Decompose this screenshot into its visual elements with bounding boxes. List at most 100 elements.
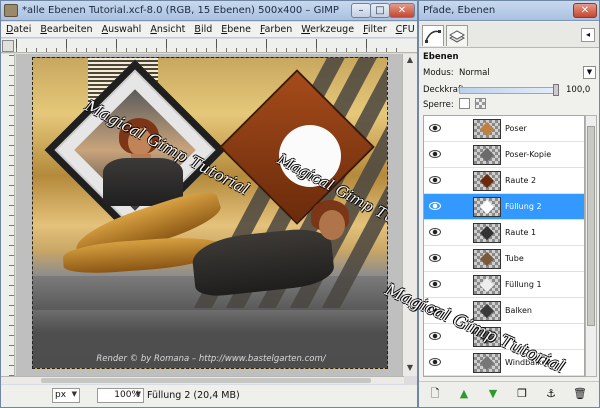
chain-link-toggle[interactable]	[448, 251, 458, 265]
quick-mask-corner-button[interactable]	[2, 40, 14, 52]
layer-row[interactable]: Füllung 2	[424, 194, 584, 220]
layer-row[interactable]: Tube	[424, 246, 584, 272]
new-layer-icon[interactable]: 🗋	[427, 386, 443, 402]
menu-label-rest: bene	[227, 24, 252, 35]
layer-row[interactable]: Poser	[424, 116, 584, 142]
visibility-eye-icon[interactable]	[429, 176, 441, 184]
layer-thumbnail	[473, 119, 501, 139]
tab-paths[interactable]	[422, 25, 444, 46]
menu-item-ebene[interactable]: Ebene	[216, 22, 255, 35]
layer-thumbnail-content	[479, 121, 495, 137]
chain-link-toggle[interactable]	[448, 147, 458, 161]
mode-label: Modus:	[423, 68, 454, 78]
raise-layer-icon[interactable]: ▲	[456, 386, 472, 402]
layer-row[interactable]: Raute 2	[424, 168, 584, 194]
menu-item-werkzeuge[interactable]: Werkzeuge	[296, 22, 358, 35]
horizontal-scroll-thumb[interactable]	[41, 378, 371, 383]
dock-titlebar[interactable]: Pfade, Ebenen ✕	[419, 1, 599, 21]
layer-list-scroll-thumb[interactable]	[587, 126, 595, 326]
menu-bar: Datei Bearbeiten Auswahl Ansicht Bild Ebene Fa…	[1, 22, 417, 38]
menu-item-farben[interactable]: Farben	[255, 22, 296, 35]
chain-link-toggle[interactable]	[448, 199, 458, 213]
menu-item-ansicht[interactable]: Ansicht	[145, 22, 189, 35]
visibility-eye-icon[interactable]	[429, 280, 441, 288]
navigate-corner-button[interactable]	[404, 376, 417, 385]
layer-list-scrollbar[interactable]	[585, 115, 597, 377]
canvas-area[interactable]: Magical Gimp Tutorial Magical Gimp Tutor…	[16, 54, 402, 376]
reclining-figure-head	[319, 210, 345, 240]
menu-label-rest: FU	[402, 24, 415, 35]
dock-menu-button[interactable]: ◂	[581, 28, 595, 42]
tab-layers[interactable]	[446, 25, 468, 46]
layer-thumbnail-content	[479, 251, 495, 267]
paths-icon	[425, 30, 441, 43]
ruler-row	[1, 39, 417, 53]
lock-alpha-icon[interactable]	[475, 98, 486, 109]
image-window-titlebar[interactable]: *alle Ebenen Tutorial.xcf-8.0 (RGB, 15 E…	[1, 1, 417, 21]
layer-name: Tube	[505, 254, 524, 263]
scroll-up-icon[interactable]: ▲	[405, 55, 415, 65]
minimize-button[interactable]: –	[351, 3, 371, 18]
opacity-slider-handle[interactable]	[553, 84, 559, 96]
visibility-eye-icon[interactable]	[429, 124, 441, 132]
opacity-slider[interactable]	[459, 87, 559, 94]
anchor-layer-icon[interactable]: ⚓	[543, 386, 559, 402]
chain-link-toggle[interactable]	[448, 355, 458, 369]
visibility-eye-icon[interactable]	[429, 228, 441, 236]
delete-layer-icon[interactable]: 🗑	[572, 386, 588, 402]
dock-close-button[interactable]: ✕	[573, 3, 597, 18]
duplicate-layer-icon[interactable]: ❐	[514, 386, 530, 402]
vertical-ruler[interactable]	[1, 54, 15, 376]
menu-item-filter[interactable]: Filter	[358, 22, 391, 35]
layer-row[interactable]: Poser-Kopie	[424, 142, 584, 168]
layer-thumbnail-content	[479, 147, 495, 163]
layer-row[interactable]: Füllung 1	[424, 272, 584, 298]
lock-label: Sperre:	[423, 100, 454, 110]
status-text: Füllung 2 (20,4 MB)	[147, 390, 240, 401]
lower-layer-icon[interactable]: ▼	[485, 386, 501, 402]
menu-item-auswahl[interactable]: Auswahl	[97, 22, 146, 35]
layer-name: Füllung 1	[505, 280, 542, 289]
layer-row[interactable]: Raute 1	[424, 220, 584, 246]
unit-select[interactable]: px ▼	[52, 388, 80, 403]
maximize-button[interactable]: □	[370, 3, 390, 18]
zoom-select[interactable]: 100% ▼	[97, 388, 144, 403]
visibility-eye-icon[interactable]	[429, 358, 441, 366]
layer-thumbnail	[473, 353, 501, 373]
menu-item-cfu[interactable]: CFU	[391, 22, 417, 35]
layer-thumbnail	[473, 145, 501, 165]
opacity-value[interactable]: 100,0	[566, 85, 590, 95]
chevron-down-icon[interactable]: ▼	[583, 66, 596, 79]
dock-tabs: ◂	[419, 22, 599, 48]
chevron-down-icon: ▼	[71, 390, 77, 398]
close-button[interactable]: ✕	[389, 3, 415, 18]
scroll-down-icon[interactable]: ▼	[405, 363, 415, 373]
image-window: *alle Ebenen Tutorial.xcf-8.0 (RGB, 15 E…	[0, 0, 418, 408]
layer-name: Balken	[505, 306, 532, 315]
status-bar: px ▼ 100% ▼ Füllung 2 (20,4 MB)	[1, 385, 417, 407]
chain-link-toggle[interactable]	[448, 121, 458, 135]
vertical-scrollbar[interactable]: ▲ ▼	[402, 54, 417, 376]
lock-pixels-checkbox[interactable]	[459, 98, 470, 109]
mode-select[interactable]: Normal	[457, 67, 575, 80]
chain-link-toggle[interactable]	[448, 173, 458, 187]
layer-thumbnail-content	[479, 199, 495, 215]
chain-link-toggle[interactable]	[448, 277, 458, 291]
image-canvas[interactable]: Magical Gimp Tutorial Magical Gimp Tutor…	[32, 57, 388, 369]
chain-link-toggle[interactable]	[448, 225, 458, 239]
visibility-eye-icon[interactable]	[429, 202, 441, 210]
horizontal-scrollbar[interactable]	[1, 376, 417, 384]
layer-name: Füllung 2	[505, 202, 542, 211]
menu-item-datei[interactable]: Datei	[1, 22, 35, 35]
menu-item-bild[interactable]: Bild	[189, 22, 216, 35]
menu-label-rest: nsicht	[156, 24, 186, 35]
visibility-eye-icon[interactable]	[429, 150, 441, 158]
opacity-label: Deckkraft	[423, 85, 465, 95]
visibility-eye-icon[interactable]	[429, 332, 441, 340]
layer-thumbnail	[473, 171, 501, 191]
menu-label-rest: erkzeuge	[310, 24, 355, 35]
layer-thumbnail-content	[479, 303, 495, 319]
visibility-eye-icon[interactable]	[429, 254, 441, 262]
menu-item-bearbeiten[interactable]: Bearbeiten	[35, 22, 96, 35]
horizontal-ruler-ticks	[16, 39, 401, 52]
